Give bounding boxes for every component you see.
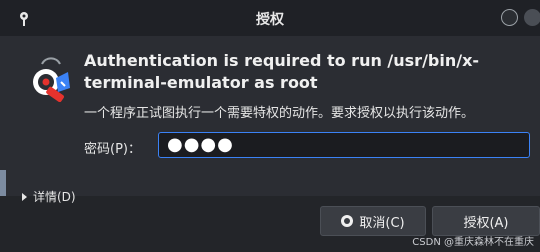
authorize-label: 授权(A) [463, 215, 509, 231]
password-label: 密码(P)： [84, 142, 141, 157]
auth-dialog: 授权 Authentication is required to run /us… [0, 0, 540, 252]
details-expander[interactable]: 详情(D) [22, 188, 76, 205]
auth-subtext: 一个程序正试图执行一个需要特权的动作。要求授权以执行该动作。 [84, 106, 475, 121]
password-field[interactable]: ●●●● [158, 132, 530, 158]
minimize-icon[interactable] [501, 9, 518, 26]
cancel-icon [341, 215, 354, 227]
cancel-label: 取消(C) [359, 215, 405, 231]
watermark: CSDN @重庆森林不在重庆 [412, 237, 534, 248]
auth-headline: Authentication is required to run /usr/b… [84, 51, 480, 92]
window-title: 授权 [256, 12, 284, 28]
title-bar[interactable]: 授权 [0, 0, 540, 36]
authentication-lock-icon [33, 57, 70, 102]
cancel-button[interactable]: 取消(C) [320, 206, 426, 236]
details-label: 详情(D) [33, 190, 76, 204]
authorize-button[interactable]: 授权(A) [432, 206, 540, 236]
expand-triangle-icon [22, 192, 27, 201]
close-icon[interactable] [524, 9, 540, 26]
